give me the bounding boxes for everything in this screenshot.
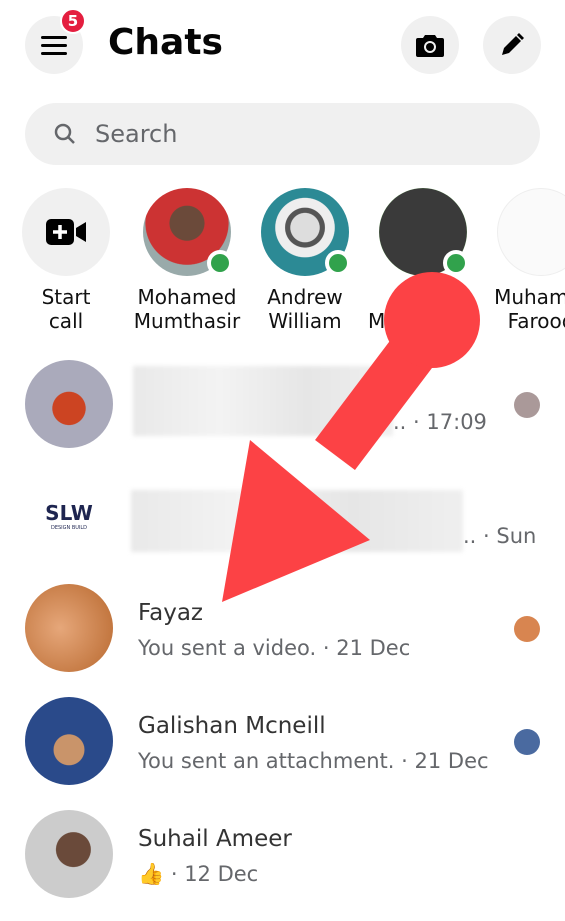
- annotation-arrow: [222, 272, 480, 602]
- arrow-tail-circle: [384, 272, 480, 368]
